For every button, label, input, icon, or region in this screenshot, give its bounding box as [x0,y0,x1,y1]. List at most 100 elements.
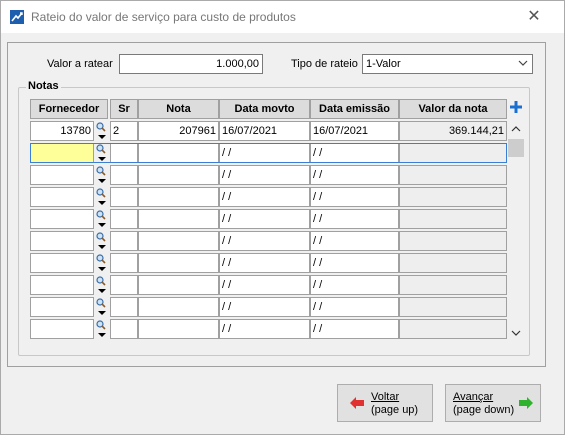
cell-data-movto[interactable]: / / [219,275,310,295]
cell-valor-nota [399,253,507,273]
cell-sr[interactable] [110,187,138,207]
tipo-label: Tipo de rateio [291,58,358,70]
voltar-label: Voltar [371,391,400,403]
window-title: Rateio do valor de serviço para custo de… [31,10,296,24]
magnifier-dropdown-icon[interactable] [95,231,109,251]
cell-fornecedor[interactable] [30,165,94,185]
scroll-up-icon[interactable] [509,123,523,135]
magnifier-dropdown-icon[interactable] [95,165,109,185]
valor-input[interactable]: 1.000,00 [119,54,263,74]
tipo-select[interactable]: 1-Valor [362,54,533,74]
tipo-select-value: 1-Valor [366,58,401,70]
add-row-button[interactable] [509,101,523,117]
cell-nota[interactable] [138,319,219,339]
cell-valor-nota [399,319,507,339]
cell-data-emissao[interactable]: / / [310,209,399,229]
app-icon [10,10,24,24]
cell-valor-nota [399,231,507,251]
cell-sr[interactable] [110,165,138,185]
cell-nota[interactable] [138,231,219,251]
cell-data-emissao[interactable]: 16/07/2021 [310,121,399,141]
magnifier-dropdown-icon[interactable] [95,187,109,207]
cell-valor-nota: 369.144,21 [399,121,507,141]
main-panel: Valor a ratear 1.000,00 Tipo de rateio 1… [7,42,546,367]
magnifier-dropdown-icon[interactable] [95,319,109,339]
col-header-fornecedor[interactable]: Fornecedor [30,99,108,119]
col-header-data-movto[interactable]: Data movto [219,99,310,119]
green-right-arrow-icon [519,397,533,412]
cell-data-emissao[interactable]: / / [310,143,399,163]
col-header-valor-nota[interactable]: Valor da nota [399,99,507,119]
scrollbar-thumb[interactable] [508,139,524,157]
cell-nota[interactable] [138,209,219,229]
cell-valor-nota [399,297,507,317]
cell-valor-nota [399,165,507,185]
cell-fornecedor[interactable] [30,253,94,273]
cell-data-movto[interactable]: / / [219,187,310,207]
avancar-hint: (page down) [453,404,515,416]
magnifier-dropdown-icon[interactable] [95,143,109,163]
cell-fornecedor[interactable] [30,319,94,339]
cell-fornecedor[interactable]: 13780 [30,121,94,141]
cell-sr[interactable] [110,275,138,295]
cell-nota[interactable] [138,187,219,207]
cell-sr[interactable] [110,231,138,251]
cell-nota[interactable] [138,165,219,185]
col-header-sr[interactable]: Sr [110,99,138,119]
avancar-button[interactable]: Avançar (page down) [445,384,541,422]
cell-data-movto[interactable]: 16/07/2021 [219,121,310,141]
magnifier-dropdown-icon[interactable] [95,253,109,273]
cell-sr[interactable]: 2 [110,121,138,141]
magnifier-dropdown-icon[interactable] [95,297,109,317]
dialog-window: Rateio do valor de serviço para custo de… [0,0,565,435]
red-left-arrow-icon [350,397,364,412]
cell-fornecedor[interactable] [30,231,94,251]
cell-sr[interactable] [110,253,138,273]
cell-valor-nota [399,187,507,207]
cell-data-emissao[interactable]: / / [310,297,399,317]
voltar-hint: (page up) [371,404,419,416]
cell-nota[interactable] [138,143,219,163]
close-icon[interactable]: ✕ [523,7,545,27]
cell-data-movto[interactable]: / / [219,297,310,317]
cell-data-emissao[interactable]: / / [310,231,399,251]
cell-fornecedor[interactable] [30,209,94,229]
cell-data-movto[interactable]: / / [219,143,310,163]
cell-nota[interactable]: 207961 [138,121,219,141]
cell-data-movto[interactable]: / / [219,165,310,185]
cell-data-emissao[interactable]: / / [310,165,399,185]
scroll-down-icon[interactable] [509,327,523,339]
cell-nota[interactable] [138,297,219,317]
chevron-down-icon[interactable] [514,55,532,73]
cell-nota[interactable] [138,253,219,273]
cell-valor-nota [399,143,507,163]
cell-sr[interactable] [110,297,138,317]
col-header-data-emissao[interactable]: Data emissão [310,99,399,119]
cell-fornecedor[interactable] [30,187,94,207]
cell-data-movto[interactable]: / / [219,319,310,339]
cell-fornecedor[interactable] [30,275,94,295]
magnifier-dropdown-icon[interactable] [95,275,109,295]
cell-valor-nota [399,275,507,295]
cell-data-emissao[interactable]: / / [310,253,399,273]
cell-data-movto[interactable]: / / [219,231,310,251]
voltar-button[interactable]: Voltar (page up) [337,384,433,422]
cell-fornecedor[interactable] [30,297,94,317]
cell-data-emissao[interactable]: / / [310,319,399,339]
cell-sr[interactable] [110,143,138,163]
magnifier-dropdown-icon[interactable] [95,209,109,229]
cell-data-movto[interactable]: / / [219,209,310,229]
cell-data-emissao[interactable]: / / [310,275,399,295]
cell-valor-nota [399,209,507,229]
cell-sr[interactable] [110,209,138,229]
notas-group-title: Notas [26,80,61,92]
cell-fornecedor[interactable] [30,143,94,163]
cell-data-movto[interactable]: / / [219,253,310,273]
col-header-nota[interactable]: Nota [138,99,219,119]
cell-sr[interactable] [110,319,138,339]
cell-data-emissao[interactable]: / / [310,187,399,207]
title-bar: Rateio do valor de serviço para custo de… [1,1,564,33]
avancar-label: Avançar [453,391,494,403]
cell-nota[interactable] [138,275,219,295]
magnifier-dropdown-icon[interactable] [95,121,109,141]
